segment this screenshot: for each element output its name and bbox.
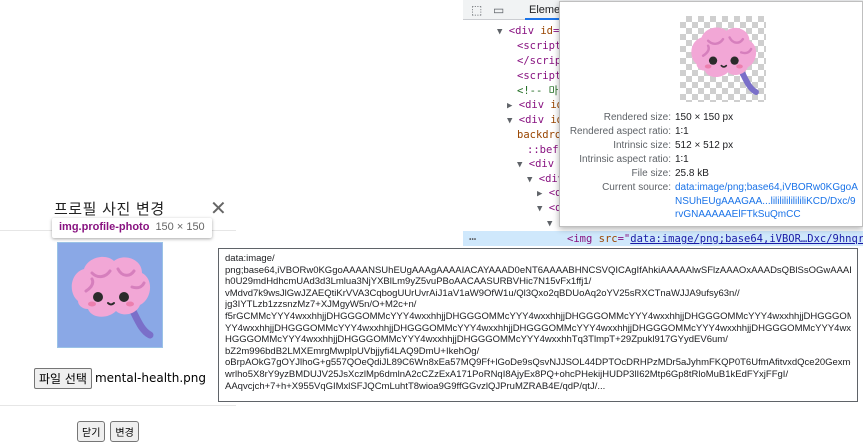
data-url-line: YY4wxxhhjjDHGGGOMMcYYY4wxxhhjjDHGGGOMMcY… xyxy=(225,322,851,334)
info-rendered-size: Rendered size: 150 × 150 px xyxy=(603,112,734,123)
data-url-line: bZ2m996bdB2LMXEmrgMwplpUVbjjyfi4LAQ9DmU+… xyxy=(225,345,480,357)
modal-footer: 닫기 변경 xyxy=(77,421,139,442)
expand-arrow-icon[interactable]: ▼ xyxy=(507,116,512,126)
info-rendered-aspect: Rendered aspect ratio: 1∶1 xyxy=(569,126,689,137)
dom-node[interactable]: <script xyxy=(517,69,561,83)
data-url-line: png;base64,iVBORw0KGgoAAAANSUhEUgAAAgAAA… xyxy=(225,264,851,276)
image-preview-popup: Rendered size: 150 × 150 px Rendered aspe… xyxy=(559,1,863,227)
data-url-line: data:image/ xyxy=(225,253,275,264)
src-link[interactable]: data:image/png;base64,iVBOR…Dxc/9hnqrvGN… xyxy=(630,233,863,245)
inspect-icon[interactable]: ⬚ xyxy=(471,3,482,17)
current-source-link-cont[interactable]: NSUhEUgAAAGAA...lilililililililiKCD/Dxc/… xyxy=(675,196,856,207)
info-intrinsic-aspect: Intrinsic aspect ratio: 1∶1 xyxy=(579,154,689,165)
info-file-size: File size: 25.8 kB xyxy=(631,168,709,179)
data-url-line: vMdvd7k9wsJlGwJZAEQtiKrVVA3CqbogUUrUvrAi… xyxy=(225,287,740,299)
current-source-link-cont[interactable]: rvGNAAAAAElFTkSuQmCC xyxy=(675,209,801,220)
tooltip-selector: img.profile-photo xyxy=(59,221,150,233)
file-input[interactable]: 파일 선택 mental-health.png xyxy=(34,367,207,389)
expand-arrow-icon[interactable]: ▼ xyxy=(527,175,532,185)
data-url-line: f5rGCMMcYYY4wxxhhjjDHGGGOMMcYYY4wxxhhjjD… xyxy=(225,310,851,322)
change-button[interactable]: 변경 xyxy=(110,421,139,442)
data-url-tooltip: data:image/ png;base64,iVBORw0KGgoAAAANS… xyxy=(218,248,858,402)
collapse-arrow-icon[interactable]: ▶ xyxy=(507,101,512,111)
brain-illustration xyxy=(71,256,154,339)
data-url-line: jg3IYTLzb1zzsnzMz7+XJMgyW5n/O+M2c+n/ xyxy=(225,299,417,311)
dom-node[interactable]: ▼ <div id xyxy=(507,113,563,127)
dom-node[interactable]: ▶ <div id xyxy=(507,98,563,112)
info-intrinsic-size: Intrinsic size: 512 × 512 px xyxy=(613,140,734,151)
tab-elements[interactable]: Eleme xyxy=(529,4,560,16)
info-current-source: Current source: data:image/png;base64,iVB… xyxy=(602,182,858,193)
data-url-line: oBrpAOkG7gOYJlhoG+g557QOeQdiJL89C6Wn8xEa… xyxy=(225,357,851,369)
collapse-arrow-icon[interactable]: ▶ xyxy=(537,189,542,199)
data-url-line: h0U29mdHdhcmUAd3d3Lmlua3NjYXBlLm9yZ5vuPB… xyxy=(225,276,592,288)
expand-arrow-icon[interactable]: ▼ xyxy=(497,27,502,37)
expand-arrow-icon[interactable]: ▼ xyxy=(517,160,522,170)
close-button[interactable]: 닫기 xyxy=(77,421,106,442)
dom-node[interactable]: ▼ <d xyxy=(537,201,561,215)
selected-file-name: mental-health.png xyxy=(94,371,207,385)
expand-arrow-icon[interactable]: ▼ xyxy=(547,219,552,229)
data-url-line: HGGGOMMcYYY4wxxhhjjDHGGGOMMcYYY4wxxhhjjD… xyxy=(225,334,728,346)
image-thumbnail xyxy=(680,16,766,102)
modal-title: 프로필 사진 변경 xyxy=(54,200,165,218)
dom-node[interactable]: ▶ <d xyxy=(537,186,561,200)
more-options-icon[interactable]: … xyxy=(469,229,476,243)
data-url-line: AAqvcjch+7+h+X955VqGIMxlSFJQCmLuhtT8wioa… xyxy=(225,380,606,392)
dom-node[interactable]: <script xyxy=(517,39,561,53)
choose-file-button[interactable]: 파일 선택 xyxy=(34,367,92,389)
profile-photo xyxy=(57,242,163,348)
brain-illustration xyxy=(691,27,759,95)
tooltip-dimensions: 150 × 150 xyxy=(155,221,205,233)
modal-divider xyxy=(0,405,236,406)
data-url-line: wrlho5X8rY9yzBMDUJV25JsXczlMp6dmlnA2cCZz… xyxy=(225,368,789,380)
element-inspect-tooltip: img.profile-photo 150 × 150 xyxy=(52,218,212,238)
expand-arrow-icon[interactable]: ▼ xyxy=(537,204,542,214)
active-tab-indicator xyxy=(525,18,563,20)
device-toggle-icon[interactable]: ▭ xyxy=(493,3,504,17)
close-icon[interactable]: ✕ xyxy=(210,198,227,218)
current-source-link[interactable]: data:image/png;base64,iVBORw0KGgoA xyxy=(675,182,858,193)
img-node[interactable]: <img src="data:image/png;base64,iVBOR…Dx… xyxy=(567,232,863,246)
